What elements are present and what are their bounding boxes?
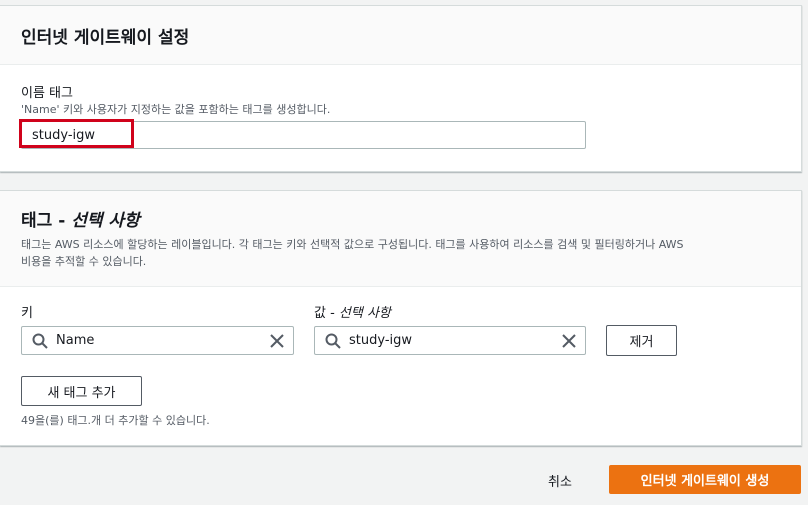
tags-panel: 태그 - 선택 사항 태그는 AWS 리소스에 할당하는 레이블입니다. 각 태… xyxy=(0,190,802,446)
cancel-link[interactable]: 취소 xyxy=(548,471,572,490)
tags-title: 태그 - 선택 사항 xyxy=(21,211,140,231)
key-column-label: 키 xyxy=(21,306,33,321)
search-icon xyxy=(325,333,341,353)
name-settings-panel: 인터넷 게이트웨이 설정 이름 태그 'Name' 키와 사용자가 지정하는 값… xyxy=(0,5,802,172)
clear-value-icon[interactable] xyxy=(561,333,577,353)
remove-tag-button[interactable]: 제거 xyxy=(606,325,677,356)
name-tag-label: 이름 태그 xyxy=(21,86,73,101)
remaining-tags-text: 49을(를) 태그.개 더 추가할 수 있습니다. xyxy=(21,414,210,427)
tag-key-input[interactable]: Name xyxy=(21,326,294,355)
name-settings-title: 인터넷 게이트웨이 설정 xyxy=(21,28,190,48)
tags-description-line1: 태그는 AWS 리소스에 할당하는 레이블입니다. 각 태그는 키와 선택적 값… xyxy=(21,238,684,251)
tag-value-value: study-igw xyxy=(349,333,413,348)
add-tag-button[interactable]: 새 태그 추가 xyxy=(21,376,142,406)
tag-value-input[interactable]: study-igw xyxy=(314,326,586,355)
name-tag-description: 'Name' 키와 사용자가 지정하는 값을 포함하는 태그를 생성합니다. xyxy=(21,103,331,116)
value-column-label: 값 - 선택 사항 xyxy=(314,306,391,321)
tags-header: 태그 - 선택 사항 태그는 AWS 리소스에 할당하는 레이블입니다. 각 태… xyxy=(0,191,801,287)
search-icon xyxy=(32,333,48,353)
tag-key-value: Name xyxy=(56,333,95,348)
tags-description-line2: 비용을 추적할 수 있습니다. xyxy=(21,255,147,268)
clear-key-icon[interactable] xyxy=(269,333,285,353)
name-settings-header: 인터넷 게이트웨이 설정 xyxy=(0,6,801,65)
create-igw-button[interactable]: 인터넷 게이트웨이 생성 xyxy=(609,465,801,494)
name-input-highlight xyxy=(19,119,134,148)
